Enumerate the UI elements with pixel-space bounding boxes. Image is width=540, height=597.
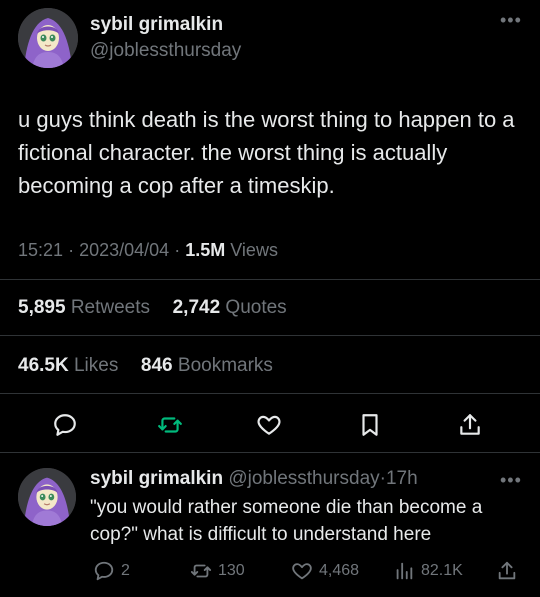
like-count: 4,468 bbox=[319, 562, 360, 579]
like-icon bbox=[292, 563, 312, 580]
reply-retweet-button[interactable]: 130 bbox=[190, 560, 245, 582]
retweets-link[interactable]: 5,895 Retweets bbox=[18, 297, 155, 318]
likes-link[interactable]: 46.5K Likes bbox=[18, 355, 124, 376]
divider bbox=[0, 452, 540, 453]
quotes-count: 2,742 bbox=[172, 297, 221, 318]
share-button[interactable] bbox=[455, 410, 485, 440]
divider bbox=[0, 279, 540, 280]
like-bookmark-stats: 46.5K Likes 846 Bookmarks bbox=[18, 355, 273, 377]
author-name[interactable]: sybil grimalkin bbox=[90, 14, 223, 36]
tweet-time[interactable]: 15:21 bbox=[18, 240, 63, 260]
reply-like-button[interactable]: 4,468 bbox=[291, 560, 359, 582]
retweets-count: 5,895 bbox=[18, 297, 66, 318]
more-horizontal-icon[interactable]: ••• bbox=[500, 10, 522, 31]
reply-icon bbox=[54, 414, 76, 436]
retweet-icon bbox=[158, 417, 182, 433]
reply-time[interactable]: 17h bbox=[386, 468, 418, 489]
quotes-label: Quotes bbox=[225, 297, 287, 318]
separator: · bbox=[174, 240, 181, 260]
reply-button[interactable] bbox=[50, 410, 80, 440]
reply-count: 2 bbox=[121, 562, 130, 579]
share-icon bbox=[498, 561, 516, 580]
views-icon bbox=[396, 562, 413, 580]
views-label: Views bbox=[230, 240, 278, 260]
reply-avatar[interactable] bbox=[18, 468, 76, 526]
tweet-meta: 15:21 · 2023/04/04 · 1.5M Views bbox=[18, 240, 278, 261]
likes-count: 46.5K bbox=[18, 355, 69, 376]
tweet-text: u guys think death is the worst thing to… bbox=[18, 107, 515, 198]
tweet-date[interactable]: 2023/04/04 bbox=[79, 240, 169, 260]
views-count: 1.5M bbox=[185, 240, 226, 260]
reply-reply-button[interactable]: 2 bbox=[93, 560, 130, 582]
more-horizontal-icon[interactable]: ••• bbox=[500, 470, 522, 491]
retweet-count: 130 bbox=[218, 562, 245, 579]
share-icon bbox=[460, 414, 480, 435]
bookmarks-link[interactable]: 846 Bookmarks bbox=[141, 355, 273, 376]
reply-icon bbox=[94, 561, 114, 581]
likes-label: Likes bbox=[73, 355, 119, 376]
retweets-label: Retweets bbox=[70, 297, 151, 318]
like-button[interactable] bbox=[254, 410, 284, 440]
avatar[interactable] bbox=[18, 8, 78, 68]
bookmarks-count: 846 bbox=[140, 355, 173, 376]
retweet-quote-stats: 5,895 Retweets 2,742 Quotes bbox=[18, 297, 287, 319]
like-icon bbox=[257, 415, 281, 435]
author-handle[interactable]: @joblessthursday bbox=[90, 40, 241, 62]
reply-header: sybil grimalkin @joblessthursday·17h bbox=[90, 468, 418, 490]
view-count: 82.1K bbox=[421, 562, 463, 579]
divider bbox=[0, 393, 540, 394]
reply-share-button[interactable] bbox=[496, 560, 524, 582]
divider bbox=[0, 335, 540, 336]
reply-author-handle[interactable]: @joblessthursday bbox=[228, 468, 379, 489]
retweet-button[interactable] bbox=[155, 410, 185, 440]
reply-views-button[interactable]: 82.1K bbox=[393, 560, 463, 582]
reply-text: "you would rather someone die than becom… bbox=[90, 497, 483, 545]
bookmark-icon bbox=[362, 414, 378, 436]
retweet-icon bbox=[190, 564, 212, 578]
separator: · bbox=[68, 240, 75, 260]
reply-author-name[interactable]: sybil grimalkin bbox=[90, 468, 223, 489]
bookmark-button[interactable] bbox=[355, 410, 385, 440]
quotes-link[interactable]: 2,742 Quotes bbox=[173, 297, 287, 318]
bookmarks-label: Bookmarks bbox=[177, 355, 273, 376]
